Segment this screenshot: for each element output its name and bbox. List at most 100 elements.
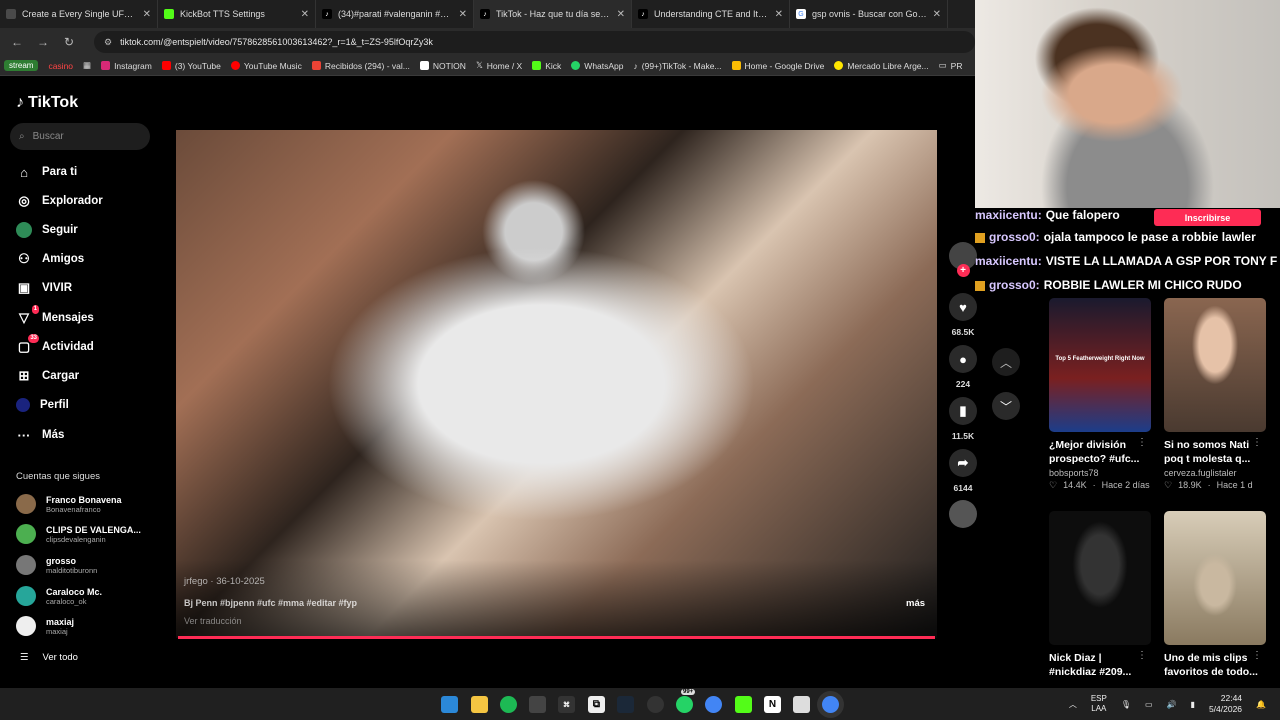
bookmark-folder[interactable]: ▭ PR — [939, 60, 963, 71]
nav-perfil[interactable]: Perfil — [16, 398, 69, 412]
close-icon[interactable]: ✕ — [301, 9, 309, 20]
microphone-icon[interactable]: 🎙 — [1121, 700, 1131, 709]
file-explorer-icon[interactable] — [471, 696, 488, 713]
browser-tab[interactable]: G gsp ovnis - Buscar con Google ✕ — [790, 0, 948, 28]
search-input[interactable]: ⌕ Buscar — [10, 123, 150, 150]
bookmark-youtube[interactable]: (3) YouTube — [161, 61, 221, 71]
close-icon[interactable]: ✕ — [775, 9, 783, 20]
tiktok-logo[interactable]: ♪ TikTok — [16, 94, 78, 112]
more-vertical-icon[interactable]: ⋮ — [1137, 437, 1147, 448]
home-icon: ⌂ — [20, 164, 28, 180]
following-account[interactable]: Caraloco Mc. caraloco_ok — [16, 586, 102, 606]
reload-icon[interactable]: ↻ — [62, 35, 76, 49]
chrome-active-icon[interactable] — [822, 696, 839, 713]
nav-amigos[interactable]: ⚇ Amigos — [16, 251, 84, 267]
clock[interactable]: 22:44 5/4/2026 — [1209, 693, 1242, 715]
follow-plus-icon[interactable]: + — [956, 264, 970, 277]
like-button[interactable]: ♥ 68.5K — [948, 293, 978, 337]
video-player[interactable] — [176, 130, 937, 638]
nav-cargar[interactable]: ⊞ Cargar — [16, 368, 80, 384]
video-card[interactable]: Nick Diaz | #nickdiaz #209... ⋮ — [1049, 511, 1151, 679]
capcut-icon[interactable]: ⧉ — [588, 696, 605, 713]
comment-button[interactable]: ● 224 — [948, 345, 978, 389]
video-card[interactable]: Si no somos Nati poq t molesta q... cerv… — [1164, 298, 1266, 491]
bookmark-x[interactable]: 𝕏 Home / X — [476, 60, 522, 71]
gmail-icon — [311, 61, 321, 70]
kick-icon[interactable] — [735, 696, 752, 713]
following-account[interactable]: Franco Bonavena Bonavenafranco — [16, 494, 122, 514]
forward-arrow-icon[interactable]: → — [36, 35, 50, 49]
subscribe-button[interactable]: Inscribirse — [1154, 209, 1261, 226]
chevron-up-icon[interactable]: ︿ — [1069, 699, 1077, 710]
creator-avatar[interactable]: + — [948, 242, 978, 277]
spotify-icon[interactable] — [500, 696, 517, 713]
tab-favicon-icon — [6, 9, 16, 19]
more-vertical-icon[interactable]: ⋮ — [1252, 650, 1262, 661]
following-account[interactable]: maxiaj maxiaj — [16, 616, 74, 636]
app-icon[interactable]: ⌘ — [558, 696, 575, 713]
whatsapp-icon[interactable]: 99+ — [676, 689, 696, 713]
back-arrow-icon[interactable]: ← — [10, 35, 24, 49]
bookmark-tiktok[interactable]: ♪ (99+)TikTok - Make... — [634, 61, 722, 71]
site-info-icon[interactable]: ⚙ — [104, 37, 112, 48]
steam-icon[interactable] — [617, 696, 634, 713]
notification-bell-icon[interactable]: 🔔 — [1256, 700, 1266, 709]
nav-mensajes[interactable]: ▽ 1 Mensajes — [16, 305, 94, 326]
notion-icon[interactable]: N — [764, 696, 781, 713]
see-all-link[interactable]: ☰ Ver todo — [20, 652, 78, 663]
nav-actividad[interactable]: ▢ 33 Actividad — [16, 334, 94, 355]
notepad-icon[interactable] — [793, 696, 810, 713]
bookmark-mercadolibre[interactable]: Mercado Libre Arge... — [834, 61, 929, 71]
close-icon[interactable]: ✕ — [459, 9, 467, 20]
chrome-icon[interactable] — [705, 696, 722, 713]
browser-tab[interactable]: KickBot TTS Settings ✕ — [158, 0, 316, 28]
bookmark-youtube-music[interactable]: YouTube Music — [230, 61, 302, 71]
bookmark-gmail[interactable]: Recibidos (294) - val... — [311, 61, 410, 71]
network-icon[interactable]: ▭ — [1145, 700, 1153, 709]
save-button[interactable]: ▮ 11.5K — [948, 397, 978, 441]
browser-tab[interactable]: ♪ (34)#parati #valenganin #butta ✕ — [316, 0, 474, 28]
close-icon[interactable]: ✕ — [933, 9, 941, 20]
sound-disc[interactable] — [948, 500, 978, 528]
nav-seguir[interactable]: Seguir — [16, 222, 78, 238]
bookmark-stream[interactable]: stream — [4, 60, 39, 71]
bookmark-whatsapp[interactable]: WhatsApp — [571, 61, 624, 71]
bookmark-casino[interactable]: casino — [48, 61, 73, 71]
store-icon[interactable] — [529, 696, 546, 713]
more-link[interactable]: más — [906, 598, 925, 609]
nav-explorador[interactable]: ◎ Explorador — [16, 193, 102, 209]
more-vertical-icon[interactable]: ⋮ — [1252, 437, 1262, 448]
browser-tab[interactable]: ♪ Understanding CTE and Its Imp ✕ — [632, 0, 790, 28]
close-icon[interactable]: ✕ — [617, 9, 625, 20]
bookmark-drive[interactable]: Home - Google Drive — [731, 61, 824, 71]
bookmark-notion[interactable]: NOTION — [419, 61, 466, 71]
battery-icon[interactable]: ▮ — [1191, 700, 1195, 709]
bookmark-kick[interactable]: Kick — [532, 61, 561, 71]
browser-tab[interactable]: Create a Every Single UFC Cham ✕ — [0, 0, 158, 28]
card-title: Nick Diaz | #nickdiaz #209... — [1049, 652, 1132, 678]
next-video-button[interactable]: ﹀ — [992, 392, 1020, 420]
previous-video-button[interactable]: ︿ — [992, 348, 1020, 376]
following-account[interactable]: CLIPS DE VALENGA... clipsdevalenganin — [16, 524, 141, 544]
volume-icon[interactable]: 🔊 — [1167, 700, 1177, 709]
more-vertical-icon[interactable]: ⋮ — [1137, 650, 1147, 661]
url-field[interactable]: ⚙ tiktok.com/@entspielt/video/7578628561… — [94, 31, 975, 53]
video-card[interactable]: Uno de mis clips favoritos de todo... ⋮ — [1164, 511, 1266, 679]
language-indicator[interactable]: ESP LAA — [1091, 694, 1107, 714]
windows-start-icon[interactable] — [441, 696, 458, 713]
close-icon[interactable]: ✕ — [143, 9, 151, 20]
browser-tab-active[interactable]: ♪ TikTok - Haz que tu día sea esp ✕ — [474, 0, 632, 28]
nav-para-ti[interactable]: ⌂ Para ti — [16, 164, 77, 180]
nav-vivir[interactable]: ▣ VIVIR — [16, 280, 72, 296]
apps-grid-icon[interactable]: ▦ — [83, 60, 91, 71]
account-name: grosso — [46, 555, 77, 566]
following-account[interactable]: grosso malditotiburonn — [16, 555, 97, 575]
video-card[interactable]: Top 5 Featherweight Right Now ¿Mejor div… — [1049, 298, 1151, 491]
bookmark-instagram[interactable]: Instagram — [101, 61, 152, 71]
see-translation-link[interactable]: Ver traducción — [184, 616, 242, 626]
video-author[interactable]: jrfego · 36-10-2025 — [184, 576, 265, 587]
nav-mas[interactable]: ··· Más — [16, 427, 65, 443]
video-progress-bar[interactable] — [178, 636, 935, 639]
share-button[interactable]: ➦ 6144 — [948, 449, 978, 493]
obs-icon[interactable] — [647, 696, 664, 713]
